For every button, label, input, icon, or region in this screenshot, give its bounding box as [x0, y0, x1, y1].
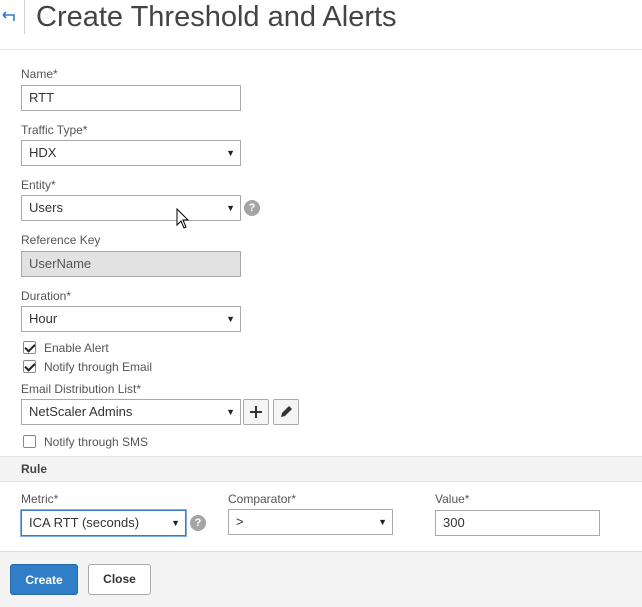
enable-alert-label: Enable Alert [44, 341, 109, 355]
notify-email-checkbox[interactable] [23, 360, 36, 373]
metric-value: ICA RTT (seconds) [29, 515, 140, 530]
duration-value: Hour [29, 311, 58, 326]
entity-label: Entity* [21, 178, 56, 192]
email-list-value: NetScaler Admins [29, 404, 133, 419]
rule-title: Rule [21, 462, 48, 476]
page-title: Create Threshold and Alerts [36, 1, 397, 33]
rule-section-header [0, 456, 642, 482]
reference-key-field: UserName [21, 251, 241, 277]
header-divider [24, 0, 25, 34]
caret-down-icon: ▼ [226, 407, 235, 417]
traffic-type-value: HDX [29, 145, 57, 160]
value-input[interactable]: 300 [435, 510, 600, 536]
metric-label: Metric* [21, 492, 59, 506]
caret-down-icon: ▼ [171, 518, 180, 528]
traffic-type-select[interactable]: HDX ▼ [21, 140, 241, 166]
comparator-label: Comparator* [228, 492, 297, 506]
comparator-value: > [236, 514, 244, 529]
enable-alert-checkbox[interactable] [23, 341, 36, 354]
entity-help-icon[interactable]: ? [244, 200, 260, 216]
mouse-cursor-icon [176, 208, 190, 229]
entity-value: Users [29, 200, 63, 215]
create-button[interactable]: Create [10, 564, 78, 595]
reference-key-label: Reference Key [21, 233, 101, 247]
notify-sms-label: Notify through SMS [44, 435, 149, 449]
notify-email-label: Notify through Email [44, 360, 153, 374]
duration-select[interactable]: Hour ▼ [21, 306, 241, 332]
caret-down-icon: ▼ [226, 314, 235, 324]
notify-sms-checkbox[interactable] [23, 435, 36, 448]
close-button[interactable]: Close [88, 564, 151, 595]
name-label: Name* [21, 67, 58, 81]
email-list-label: Email Distribution List* [21, 382, 142, 396]
value-label: Value* [435, 492, 470, 506]
duration-label: Duration* [21, 289, 72, 303]
comparator-select[interactable]: > ▼ [228, 509, 393, 535]
entity-select[interactable]: Users ▼ [21, 195, 241, 221]
plus-icon [250, 406, 262, 418]
back-arrow-icon[interactable] [2, 9, 16, 23]
caret-down-icon: ▼ [378, 517, 387, 527]
edit-email-list-button[interactable] [273, 399, 299, 425]
metric-select[interactable]: ICA RTT (seconds) ▼ [21, 510, 186, 536]
caret-down-icon: ▼ [226, 203, 235, 213]
caret-down-icon: ▼ [226, 148, 235, 158]
metric-help-icon[interactable]: ? [190, 515, 206, 531]
email-list-select[interactable]: NetScaler Admins ▼ [21, 399, 241, 425]
pencil-icon [281, 406, 292, 417]
name-input[interactable]: RTT [21, 85, 241, 111]
traffic-type-label: Traffic Type* [21, 123, 88, 137]
add-email-list-button[interactable] [243, 399, 269, 425]
